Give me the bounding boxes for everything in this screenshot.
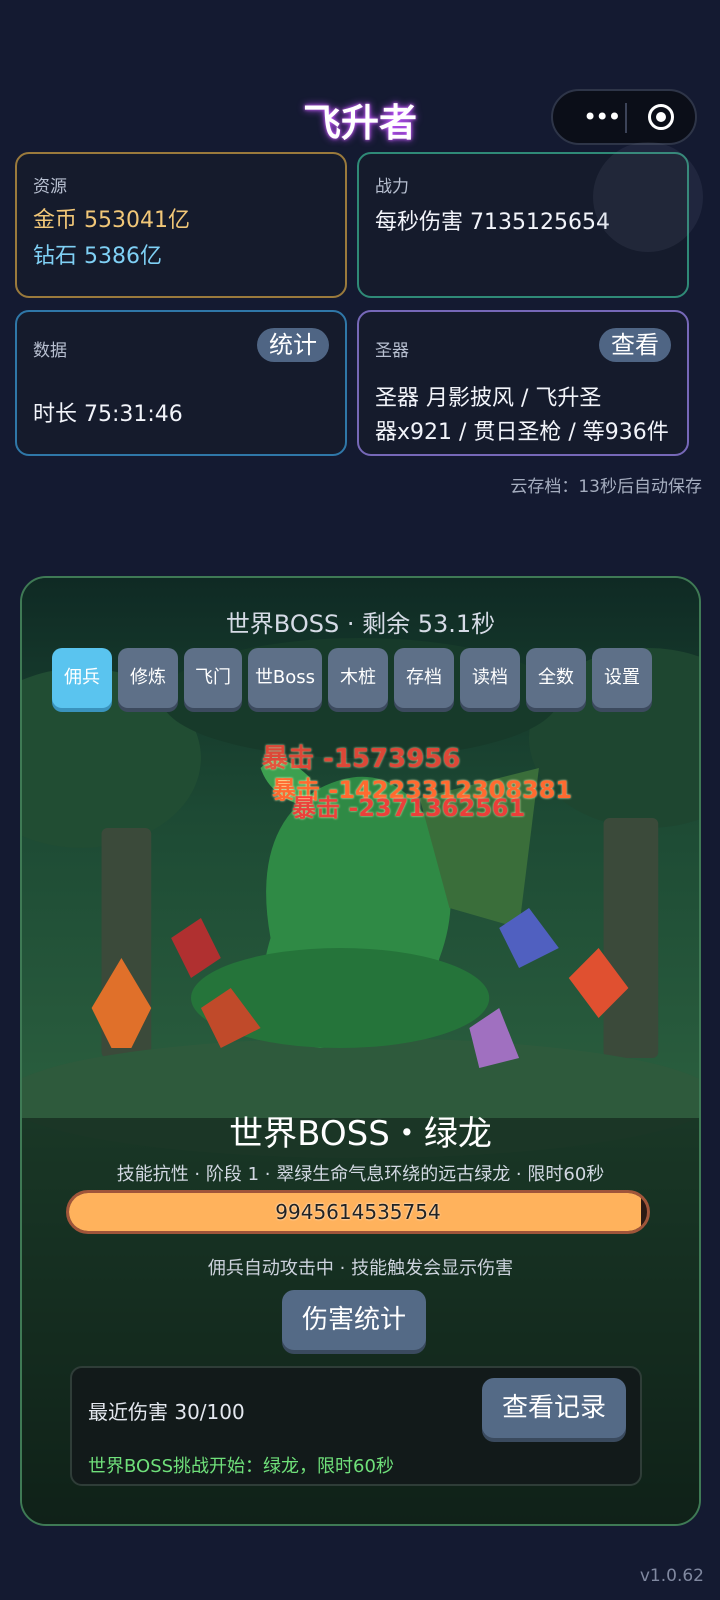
- capsule-divider: [625, 103, 627, 133]
- boss-name: 世界BOSS・绿龙: [229, 1114, 492, 1154]
- boss-hp-bar: 9945614535754: [66, 1190, 650, 1234]
- mini-program-capsule[interactable]: •••: [551, 89, 697, 145]
- tab-all-stats[interactable]: 全数: [526, 648, 586, 708]
- artifact-label: 圣器: [375, 341, 409, 361]
- more-icon[interactable]: •••: [583, 105, 621, 129]
- data-label: 数据: [33, 341, 67, 361]
- artifact-line-2: 器x921 / 贯日圣枪 / 等936件: [375, 420, 669, 445]
- log-message: 世界BOSS挑战开始：绿龙，限时60秒: [88, 1456, 394, 1477]
- close-target-icon[interactable]: [648, 104, 674, 130]
- data-card: 数据 统计 时长 75:31:46: [15, 310, 347, 456]
- dps-value: 每秒伤害 7135125654: [375, 210, 610, 235]
- damage-popup: 暴击 -2371362561: [292, 794, 526, 822]
- view-log-button[interactable]: 查看记录: [481, 1378, 626, 1438]
- play-duration: 时长 75:31:46: [33, 402, 183, 427]
- boss-description: 技能抗性 · 阶段 1 · 翠绿生命气息环绕的远古绿龙 · 限时60秒: [116, 1164, 605, 1185]
- version-label: v1.0.62: [639, 1566, 704, 1586]
- recent-damage-count: 最近伤害 30/100: [88, 1400, 245, 1424]
- boss-timer-header: 世界BOSS · 剩余 53.1秒: [225, 610, 496, 638]
- tab-save[interactable]: 存档: [394, 648, 454, 708]
- view-artifact-button[interactable]: 查看: [599, 328, 671, 362]
- resources-label: 资源: [33, 177, 67, 197]
- power-card: 战力 每秒伤害 7135125654: [357, 142, 703, 298]
- gold-amount: 金币 553041亿: [33, 208, 190, 233]
- decorative-circle: [593, 142, 703, 252]
- tab-load[interactable]: 读档: [460, 648, 520, 708]
- tab-settings[interactable]: 设置: [592, 648, 652, 708]
- artifact-card: 圣器 查看 圣器 月影披风 / 飞升圣 器x921 / 贯日圣枪 / 等936件: [357, 310, 689, 456]
- tab-training-dummy[interactable]: 木桩: [328, 648, 388, 708]
- world-boss-panel: 世界BOSS · 剩余 53.1秒 佣兵 修炼 飞门 世Boss 木桩 存档 读…: [20, 576, 701, 1526]
- tab-cultivate[interactable]: 修炼: [118, 648, 178, 708]
- cloud-save-status: 云存档：13秒后自动保存: [510, 477, 702, 497]
- resources-card: 资源 金币 553041亿 钻石 5386亿: [15, 152, 347, 298]
- auto-attack-tip: 佣兵自动攻击中 · 技能触发会显示伤害: [207, 1258, 514, 1279]
- boss-hp-value: 9945614535754: [275, 1200, 441, 1224]
- damage-log-panel: 最近伤害 30/100 查看记录 世界BOSS挑战开始：绿龙，限时60秒: [70, 1366, 642, 1486]
- artifact-line-1: 圣器 月影披风 / 飞升圣: [375, 386, 602, 411]
- tab-world-boss[interactable]: 世Boss: [248, 648, 322, 708]
- stats-button[interactable]: 统计: [257, 328, 329, 362]
- power-label: 战力: [375, 177, 409, 197]
- damage-stats-button[interactable]: 伤害统计: [282, 1290, 427, 1350]
- diamond-amount: 钻石 5386亿: [33, 244, 162, 269]
- tab-sect[interactable]: 飞门: [184, 648, 242, 708]
- tab-mercenary[interactable]: 佣兵: [52, 648, 112, 708]
